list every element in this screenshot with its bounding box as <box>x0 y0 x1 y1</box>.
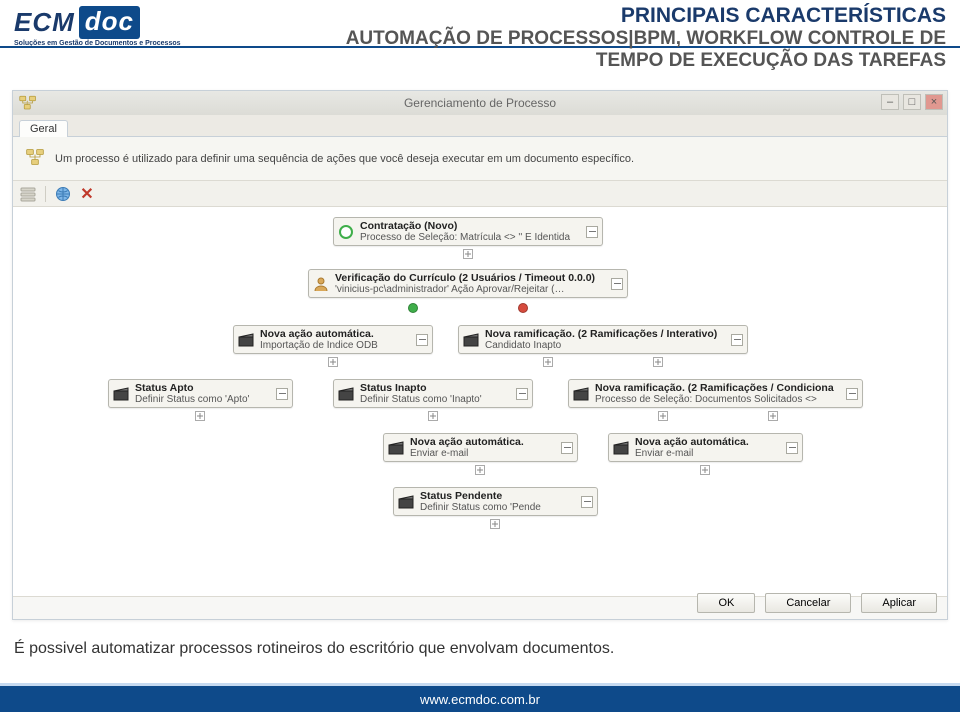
connector-port[interactable] <box>195 411 205 421</box>
logo-left: ECM <box>14 7 75 38</box>
node-subtitle: Definir Status como 'Inapto' <box>360 394 510 405</box>
node-title: Contratação (Novo) <box>360 220 580 232</box>
node-subtitle: Enviar e-mail <box>635 448 780 459</box>
node-auto-email-2[interactable]: Nova ação automática. Enviar e-mail <box>608 433 803 462</box>
node-title: Nova ramificação. (2 Ramificações / Inte… <box>485 328 725 340</box>
window-title: Gerenciamento de Processo <box>404 96 556 110</box>
titlebar: Gerenciamento de Processo – □ × <box>13 91 947 115</box>
connector-port[interactable] <box>700 465 710 475</box>
clapper-icon <box>463 332 479 348</box>
node-title: Nova ação automática. <box>260 328 410 340</box>
node-title: Nova ramificação. (2 Ramificações / Cond… <box>595 382 840 394</box>
clapper-icon <box>573 386 589 402</box>
node-subtitle: Definir Status como 'Apto' <box>135 394 270 405</box>
node-auto-import[interactable]: Nova ação automática. Importação de Índi… <box>233 325 433 354</box>
connector-port[interactable] <box>653 357 663 367</box>
slide-header: ECM doc Soluções em Gestão de Documentos… <box>0 0 960 88</box>
connector-port[interactable] <box>490 519 500 529</box>
node-status-pendente[interactable]: Status Pendente Definir Status como 'Pen… <box>393 487 598 516</box>
toolbar-menu-icon[interactable] <box>19 185 37 203</box>
clapper-icon <box>398 494 414 510</box>
node-subtitle: Candidato Inapto <box>485 340 715 351</box>
expand-toggle[interactable] <box>276 388 288 400</box>
node-ramif-condiciona[interactable]: Nova ramificação. (2 Ramificações / Cond… <box>568 379 863 408</box>
apply-button[interactable]: Aplicar <box>861 593 937 613</box>
delete-icon[interactable]: ✕ <box>78 185 96 203</box>
expand-toggle[interactable] <box>516 388 528 400</box>
workflow-canvas[interactable]: Contratação (Novo) Processo de Seleção: … <box>13 207 947 597</box>
connector-port[interactable] <box>768 411 778 421</box>
expand-toggle[interactable] <box>581 496 593 508</box>
node-subtitle: Definir Status como 'Pende <box>420 502 575 513</box>
connector-port[interactable] <box>428 411 438 421</box>
connector-port[interactable] <box>658 411 668 421</box>
status-dot-approve[interactable] <box>408 303 418 313</box>
footer: www.ecmdoc.com.br <box>0 686 960 712</box>
maximize-button[interactable]: □ <box>903 94 921 110</box>
node-subtitle: Importação de Índice ODB <box>260 340 410 351</box>
toolbar: ✕ <box>13 181 947 207</box>
cancel-button[interactable]: Cancelar <box>765 593 851 613</box>
node-subtitle: 'vinicius-pc\administrador' Ação Aprovar… <box>335 284 565 295</box>
node-status-apto[interactable]: Status Apto Definir Status como 'Apto' <box>108 379 293 408</box>
node-title: Status Pendente <box>420 490 575 502</box>
description-text: Um processo é utilizado para definir uma… <box>55 153 634 165</box>
node-subtitle: Processo de Seleção: Matrícula <> '' E I… <box>360 232 580 243</box>
node-ramif-interativo[interactable]: Nova ramificação. (2 Ramificações / Inte… <box>458 325 748 354</box>
globe-icon[interactable] <box>54 185 72 203</box>
status-dot-reject[interactable] <box>518 303 528 313</box>
expand-toggle[interactable] <box>586 226 598 238</box>
node-title: Verificação do Currículo (2 Usuários / T… <box>335 272 605 284</box>
dialog-buttons: OK Cancelar Aplicar <box>697 593 937 613</box>
clapper-icon <box>113 386 129 402</box>
node-auto-email-1[interactable]: Nova ação automática. Enviar e-mail <box>383 433 578 462</box>
footer-url: www.ecmdoc.com.br <box>420 692 540 707</box>
expand-toggle[interactable] <box>731 334 743 346</box>
clapper-icon <box>613 440 629 456</box>
description-row: Um processo é utilizado para definir uma… <box>13 137 947 181</box>
title-line-1: PRINCIPAIS CARACTERÍSTICAS <box>346 4 946 28</box>
close-button[interactable]: × <box>925 94 943 110</box>
node-subtitle: Enviar e-mail <box>410 448 555 459</box>
flow-icon <box>25 147 45 170</box>
slide-caption: É possivel automatizar processos rotinei… <box>14 640 946 658</box>
node-status-inapto[interactable]: Status Inapto Definir Status como 'Inapt… <box>333 379 533 408</box>
tab-geral[interactable]: Geral <box>19 120 68 137</box>
node-subtitle: Processo de Seleção: Documentos Solicita… <box>595 394 825 405</box>
connector-port[interactable] <box>463 249 473 259</box>
node-contratacao[interactable]: Contratação (Novo) Processo de Seleção: … <box>333 217 603 246</box>
circle-icon <box>338 224 354 240</box>
clapper-icon <box>338 386 354 402</box>
title-line-3: TEMPO DE EXECUÇÃO DAS TAREFAS <box>346 50 946 72</box>
minimize-button[interactable]: – <box>881 94 899 110</box>
app-window: Gerenciamento de Processo – □ × Geral Um… <box>12 90 948 620</box>
node-title: Status Inapto <box>360 382 510 394</box>
expand-toggle[interactable] <box>561 442 573 454</box>
expand-toggle[interactable] <box>846 388 858 400</box>
toolbar-separator <box>45 186 46 202</box>
node-verificacao[interactable]: Verificação do Currículo (2 Usuários / T… <box>308 269 628 298</box>
expand-toggle[interactable] <box>416 334 428 346</box>
slide-titles: PRINCIPAIS CARACTERÍSTICAS AUTOMAÇÃO DE … <box>346 4 946 72</box>
person-icon <box>313 276 329 292</box>
connector-port[interactable] <box>328 357 338 367</box>
connector-port[interactable] <box>543 357 553 367</box>
expand-toggle[interactable] <box>786 442 798 454</box>
node-title: Nova ação automática. <box>635 436 780 448</box>
connector-port[interactable] <box>475 465 485 475</box>
node-title: Status Apto <box>135 382 270 394</box>
ok-button[interactable]: OK <box>697 593 755 613</box>
logo-right: doc <box>79 6 140 39</box>
clapper-icon <box>238 332 254 348</box>
expand-toggle[interactable] <box>611 278 623 290</box>
flow-icon <box>17 92 39 114</box>
logo: ECM doc Soluções em Gestão de Documentos… <box>14 6 181 47</box>
tab-strip: Geral <box>13 115 947 137</box>
clapper-icon <box>388 440 404 456</box>
node-title: Nova ação automática. <box>410 436 555 448</box>
title-line-2: AUTOMAÇÃO DE PROCESSOS|BPM, WORKFLOW CON… <box>346 28 946 50</box>
